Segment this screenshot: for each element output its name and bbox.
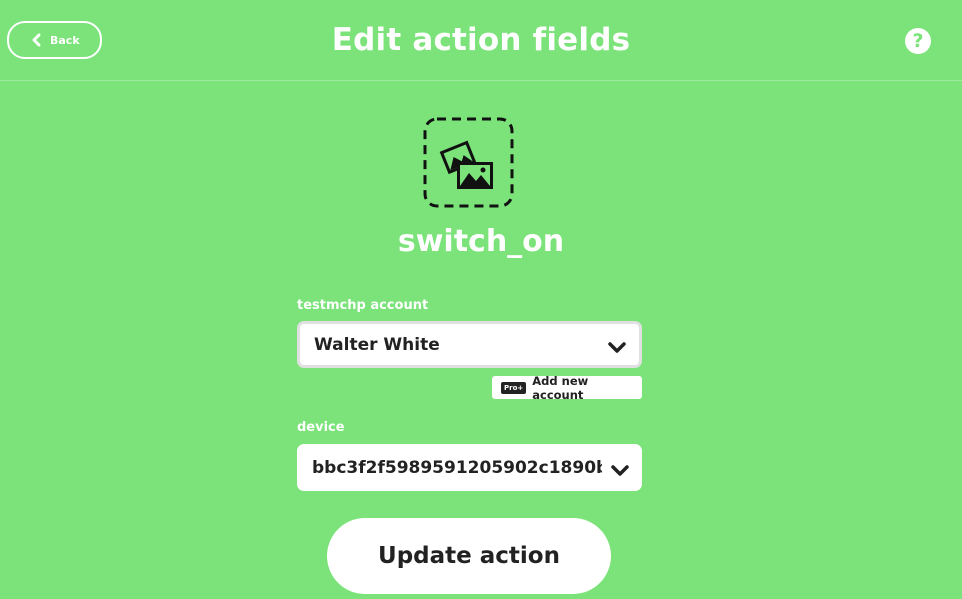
account-select-value: Walter White xyxy=(314,334,440,355)
add-new-account-label: Add new account xyxy=(532,373,589,402)
device-field-label: device xyxy=(297,420,345,435)
pro-badge: Pro+ xyxy=(501,381,527,394)
edit-action-page: Back Edit action fields ? switch_on test… xyxy=(0,0,962,599)
device-select[interactable]: bbc3f2f5989591205902c1890b xyxy=(297,444,642,491)
update-action-button[interactable]: Update action xyxy=(327,518,611,594)
header-bar: Back Edit action fields ? xyxy=(0,0,962,81)
chevron-down-icon xyxy=(608,339,626,353)
account-field-label: testmchp account xyxy=(297,298,429,313)
page-title: Edit action fields xyxy=(331,22,631,58)
question-circle-icon[interactable]: ? xyxy=(905,28,931,54)
images-icon xyxy=(423,117,514,208)
chevron-down-icon xyxy=(611,462,629,476)
account-select[interactable]: Walter White xyxy=(297,321,642,368)
add-new-account-button[interactable]: Pro+ Add new account xyxy=(492,373,642,402)
device-select-value: bbc3f2f5989591205902c1890b xyxy=(312,457,602,478)
action-name: switch_on xyxy=(397,224,565,259)
